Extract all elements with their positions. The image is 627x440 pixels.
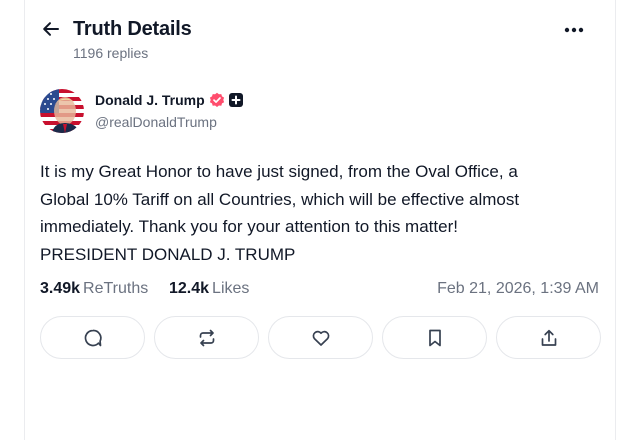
repost-icon xyxy=(199,329,214,346)
retruths-count: 3.49k xyxy=(40,280,81,297)
author-name-row: Donald J. Trump xyxy=(95,92,243,108)
more-options-button[interactable] xyxy=(562,20,586,40)
page-title: Truth Details xyxy=(73,18,192,40)
comment-icon xyxy=(84,329,102,346)
share-button[interactable] xyxy=(496,316,601,359)
affiliate-badge-icon xyxy=(228,93,243,107)
post-body: It is my Great Honor to have just signed… xyxy=(40,158,600,268)
retruths-label: ReTruths xyxy=(83,280,149,297)
back-button[interactable] xyxy=(40,18,62,40)
post-text-line: PRESIDENT DONALD J. TRUMP xyxy=(40,244,296,264)
bookmark-icon xyxy=(428,329,441,346)
likes-label: Likes xyxy=(212,280,250,297)
post-stats: 3.49k ReTruths 12.4k Likes Feb 21, 2026, 1… xyxy=(40,280,600,300)
more-horizontal-icon xyxy=(564,27,584,33)
post-text-line: Global 10% Tariff on all Countries, whic… xyxy=(40,189,520,209)
likes-stat[interactable]: 12.4k Likes xyxy=(169,280,249,298)
reply-button[interactable] xyxy=(40,316,145,359)
author-name[interactable]: Donald J. Trump xyxy=(95,92,205,108)
avatar[interactable] xyxy=(40,89,84,133)
retruths-stat[interactable]: 3.49k ReTruths xyxy=(40,280,148,298)
likes-count: 12.4k xyxy=(169,280,210,297)
author-handle[interactable]: @realDonaldTrump xyxy=(95,114,217,130)
post-text-line: It is my Great Honor to have just signed… xyxy=(40,162,518,181)
post-timestamp: Feb 21, 2026, 1:39 AM xyxy=(437,280,599,297)
like-button[interactable] xyxy=(268,316,373,359)
replies-count: 1196 replies xyxy=(73,45,149,61)
post-text-line: immediately. Thank you for your attentio… xyxy=(40,217,458,236)
retruth-button[interactable] xyxy=(154,316,259,359)
heart-icon xyxy=(312,330,329,346)
arrow-left-icon xyxy=(43,22,59,36)
post-author: Donald J. Trump @realDonaldTrump xyxy=(40,89,580,133)
verified-badge-icon xyxy=(209,92,224,107)
share-icon xyxy=(541,329,556,346)
bookmark-button[interactable] xyxy=(382,316,487,359)
post-actions xyxy=(40,316,602,359)
